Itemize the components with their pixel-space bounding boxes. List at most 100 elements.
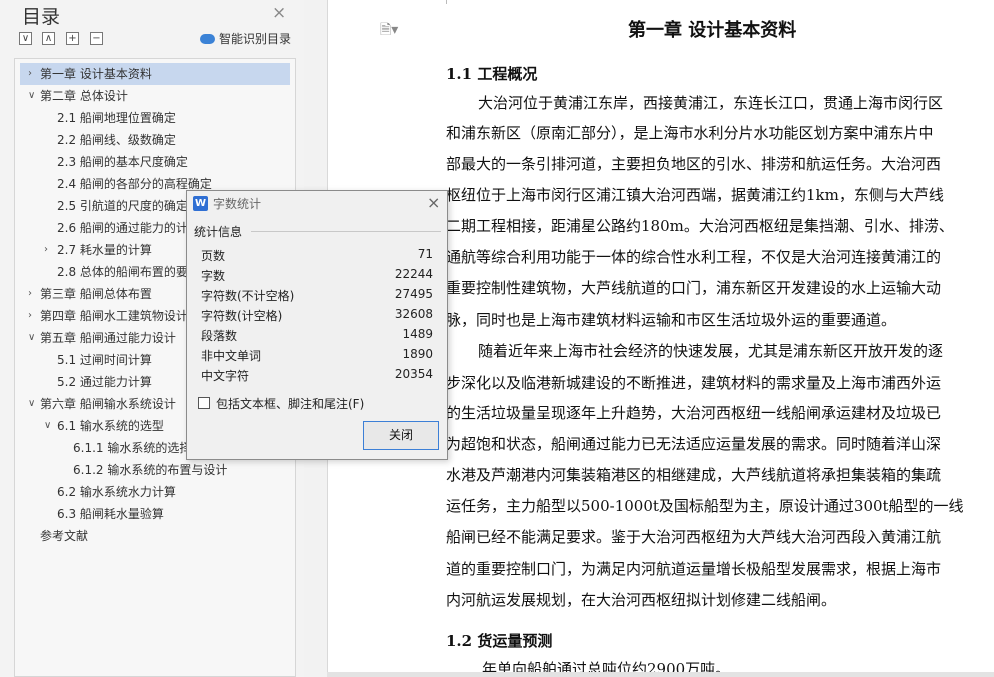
toc-item-6-1-2[interactable]: 6.1.2 输水系统的布置与设计: [20, 459, 290, 481]
toc-item-6-3[interactable]: 6.3 船闸耗水量验算: [20, 503, 290, 525]
stat-value: 1489: [402, 327, 433, 341]
toc-item-label: 6.1 输水系统的选型: [57, 419, 164, 433]
page-corner-mark: [446, 0, 447, 4]
paragraph-line: 脉，同时也是上海市建筑材料运输和市区生活垃圾外运的重要通道。: [446, 311, 897, 329]
toc-item-label: 2.5 引航道的尺度的确定: [57, 199, 188, 213]
wps-writer-icon: W: [193, 196, 208, 211]
collapse-all-icon[interactable]: ∨: [19, 32, 32, 45]
toc-item-label: 6.2 输水系统水力计算: [57, 485, 176, 499]
stat-value: 20354: [394, 367, 433, 381]
paragraph-line: 重要控制性建筑物，大芦线航道的口门，浦东新区开发建设的水上运输大动: [446, 279, 942, 297]
section-title: 1.1 工程概况: [446, 65, 538, 83]
toc-item-label: 6.3 船闸耗水量验算: [57, 507, 164, 521]
stat-value: 32608: [394, 307, 433, 321]
paragraph-line: 船闸已经不能满足要求。鉴于大治河西枢纽为大芦线大治河西段入黄浦江航: [446, 528, 942, 546]
toc-item-chapter-1[interactable]: › 第一章 设计基本资料: [20, 63, 290, 85]
stat-label: 段落数: [201, 329, 238, 343]
close-button[interactable]: 关闭: [363, 421, 439, 450]
toc-item-6-2[interactable]: 6.2 输水系统水力计算: [20, 481, 290, 503]
smart-toc-label: 智能识别目录: [219, 32, 292, 46]
paragraph-line: 步深化以及临港新城建设的不断推进，建筑材料的需求量及上海市浦西外运: [446, 374, 942, 392]
toc-item-label: 2.6 船闸的通过能力的计: [57, 221, 188, 235]
toc-item-label: 2.8 总体的船闸布置的要: [57, 265, 188, 279]
toc-item-2-3[interactable]: 2.3 船闸的基本尺度确定: [20, 151, 290, 173]
paragraph-line: 水港及芦潮港内河集装箱港区的相继建成，大芦线航道将承担集装箱的集疏: [446, 466, 942, 484]
paragraph-line: 和浦东新区（原南汇部分），是上海市水利分片水功能区划方案中浦东片中: [446, 124, 934, 142]
toc-item-label: 2.2 船闸线、级数确定: [57, 133, 176, 147]
section-title: 1.2 货运量预测: [446, 632, 553, 650]
toc-item-label: 2.1 船闸地理位置确定: [57, 111, 176, 125]
toc-item-label: 第二章 总体设计: [40, 89, 128, 103]
toc-item-2-2[interactable]: 2.2 船闸线、级数确定: [20, 129, 290, 151]
paragraph-line: 的生活垃圾量呈现逐年上升趋势，大治河西枢纽一线船闸承运建材及垃圾已: [446, 404, 942, 422]
statistics-group-title: 统计信息: [194, 225, 243, 239]
cloud-icon: [200, 33, 215, 44]
paragraph-line: 随着近年来上海市社会经济的快速发展，尤其是浦东新区开放开发的逐: [478, 342, 944, 360]
smart-toc-button[interactable]: 智能识别目录: [200, 30, 291, 47]
stat-label: 页数: [201, 249, 226, 263]
toc-item-chapter-2[interactable]: ∨ 第二章 总体设计: [20, 85, 290, 107]
document-icon[interactable]: 🗎▾: [380, 19, 398, 43]
remove-heading-icon[interactable]: −: [90, 32, 103, 45]
horizontal-scrollbar[interactable]: [327, 672, 994, 677]
paragraph-line: 运任务，主力船型以500-1000t及国标船型为主，原设计通过300t船型的一线: [446, 497, 964, 515]
toc-item-label: 5.2 通过能力计算: [57, 375, 152, 389]
toc-item-label: 第六章 船闸输水系统设计: [40, 397, 176, 411]
chevron-right-icon[interactable]: ›: [44, 239, 48, 261]
toc-item-2-1[interactable]: 2.1 船闸地理位置确定: [20, 107, 290, 129]
stat-row-chars-no-spaces: 字符数(不计空格) 27495: [201, 287, 433, 307]
chevron-right-icon[interactable]: ›: [28, 63, 32, 85]
chevron-down-icon[interactable]: ∨: [28, 327, 35, 349]
stat-row-chars-with-spaces: 字符数(计空格) 32608: [201, 307, 433, 327]
chevron-right-icon[interactable]: ›: [28, 305, 32, 327]
paragraph-line: 通航等综合利用功能于一体的综合性水利工程，不仅是大治河连接黄浦江的: [446, 248, 942, 266]
stat-value: 71: [417, 247, 433, 261]
paragraph-line: 枢纽位于上海市闵行区浦江镇大治河西端，据黄浦江约1km，东侧与大芦线: [446, 186, 944, 204]
dialog-title: 字数统计: [213, 197, 262, 211]
toc-panel-close-icon[interactable]: ×: [272, 3, 286, 23]
toc-item-label: 第一章 设计基本资料: [40, 67, 152, 81]
toc-item-label: 2.3 船闸的基本尺度确定: [57, 155, 188, 169]
stat-row-non-chinese-words: 非中文单词 1890: [201, 347, 433, 367]
stat-row-words: 字数 22244: [201, 267, 433, 287]
stat-value: 27495: [394, 287, 433, 301]
toc-item-label: 参考文献: [40, 529, 89, 543]
word-count-dialog: W 字数统计 × 统计信息 页数 71 字数 22244 字符数(不计空格) 2…: [186, 190, 448, 460]
paragraph-line: 部最大的一条引排河道，主要担负地区的引水、排涝和航运任务。大治河西: [446, 155, 942, 173]
toc-item-label: 第五章 船闸通过能力设计: [40, 331, 176, 345]
paragraph-line: 内河航运发展规划，在大治河西枢纽拟计划修建二线船闸。: [446, 591, 837, 609]
expand-level-icon[interactable]: ∧: [42, 32, 55, 45]
stat-value: 1890: [402, 347, 433, 361]
close-icon[interactable]: ×: [427, 193, 440, 212]
toc-item-label: 5.1 过闸时间计算: [57, 353, 152, 367]
paragraph-line: 二期工程相接，距浦星公路约180m。大治河西枢纽是集挡潮、引水、排涝、: [446, 217, 954, 235]
paragraph-line: 道的重要控制口门，为满足内河航道运量增长极船型发展需求，根据上海市: [446, 560, 942, 578]
chevron-down-icon[interactable]: ∨: [28, 393, 35, 415]
add-heading-icon[interactable]: +: [66, 32, 79, 45]
toc-item-label: 第三章 船闸总体布置: [40, 287, 152, 301]
toc-panel-title: 目录: [22, 6, 61, 28]
chevron-right-icon[interactable]: ›: [28, 283, 32, 305]
stat-label: 非中文单词: [201, 349, 262, 363]
stat-label: 字符数(不计空格): [201, 289, 295, 303]
stat-value: 22244: [394, 267, 433, 281]
stat-label: 中文字符: [201, 369, 250, 383]
include-textbox-footnote-checkbox[interactable]: [198, 397, 210, 409]
stat-row-pages: 页数 71: [201, 247, 433, 267]
toc-item-label: 2.7 耗水量的计算: [57, 243, 152, 257]
group-divider: [251, 231, 441, 232]
stat-row-paragraphs: 段落数 1489: [201, 327, 433, 347]
chevron-down-icon[interactable]: ∨: [28, 85, 35, 107]
toc-item-label: 6.1.1 输水系统的选择: [73, 441, 192, 455]
include-textbox-footnote-label[interactable]: 包括文本框、脚注和尾注(F): [216, 395, 364, 412]
chapter-title: 第一章 设计基本资料: [628, 20, 797, 41]
paragraph-line: 大治河位于黄浦江东岸，西接黄浦江，东连长江口，贯通上海市闵行区: [478, 94, 944, 112]
toc-item-references[interactable]: 参考文献: [20, 525, 290, 547]
stat-label: 字数: [201, 269, 226, 283]
stat-label: 字符数(计空格): [201, 309, 283, 323]
chevron-down-icon[interactable]: ∨: [44, 415, 51, 437]
paragraph-line: 为超饱和状态，船闸通过能力已无法适应运量发展的需求。同时随着洋山深: [446, 435, 942, 453]
stat-row-chinese-chars: 中文字符 20354: [201, 367, 433, 387]
toc-item-label: 6.1.2 输水系统的布置与设计: [73, 463, 228, 477]
toc-item-label: 第四章 船闸水工建筑物设计: [40, 309, 188, 323]
